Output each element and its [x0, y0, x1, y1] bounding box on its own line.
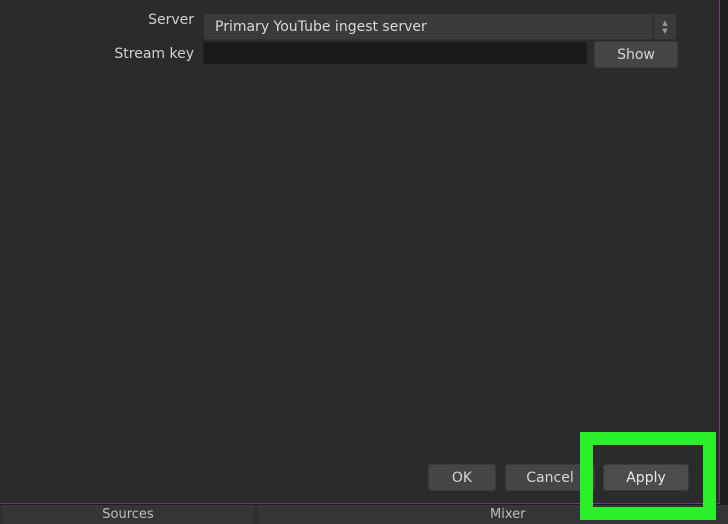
tab-mixer[interactable]: Mixer	[258, 505, 728, 524]
tab-sources[interactable]: Sources	[2, 505, 254, 524]
settings-dialog: Server Primary YouTube ingest server ▲ ▼…	[0, 0, 720, 504]
apply-button[interactable]: Apply	[603, 464, 689, 491]
ok-button[interactable]: OK	[428, 464, 496, 491]
stream-key-input[interactable]	[203, 42, 587, 64]
show-key-button[interactable]: Show	[594, 41, 678, 68]
stream-key-row: Stream key Show	[0, 0, 720, 68]
stream-key-label: Stream key	[114, 46, 194, 62]
dock-tab-bar: Sources Mixer	[0, 505, 728, 524]
cancel-button[interactable]: Cancel	[505, 464, 595, 491]
